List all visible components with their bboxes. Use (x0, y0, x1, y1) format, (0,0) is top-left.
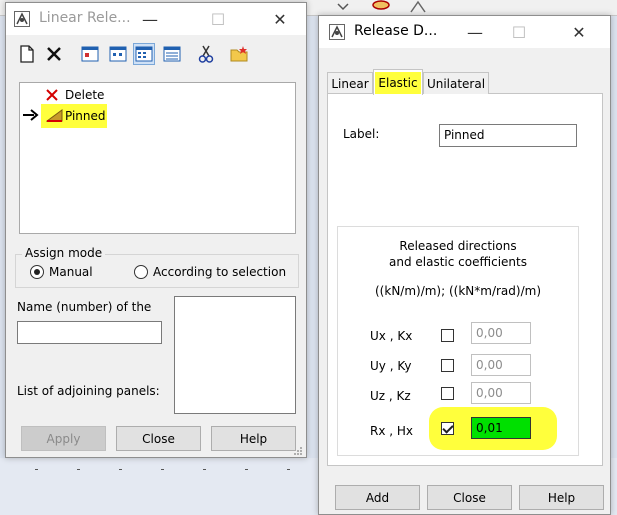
help-button[interactable]: Help (519, 485, 604, 510)
view-large-icons-icon[interactable] (79, 43, 101, 65)
current-item-arrow-icon (23, 109, 39, 124)
uy-ky-label: Uy , Ky (370, 359, 412, 373)
uz-kz-checkbox[interactable] (441, 387, 454, 400)
add-button[interactable]: Add (335, 485, 420, 510)
according-to-selection-label: According to selection (153, 265, 287, 279)
manual-radio[interactable] (30, 265, 44, 279)
rx-hx-coefficient-input[interactable]: 0,01 (471, 417, 531, 439)
background-tool-icon (408, 0, 426, 14)
maximize-button[interactable]: ☐ (196, 3, 240, 35)
adjoining-panels-list[interactable] (174, 296, 296, 414)
group-heading-line1: Released directions (399, 239, 517, 253)
group-heading-line2: and elastic coefficients (389, 255, 527, 269)
close-button[interactable]: Close (427, 485, 512, 510)
manual-label: Manual (49, 265, 93, 279)
window-title: Linear Rele... (39, 10, 131, 26)
left-titlebar: Linear Rele... — ☐ ✕ (6, 3, 306, 35)
resize-grip-icon[interactable] (293, 445, 303, 459)
uz-kz-coefficient-input[interactable]: 0,00 (471, 382, 531, 404)
release-tree[interactable]: Delete Pinned (19, 82, 296, 234)
app-icon (14, 11, 30, 27)
minimize-button[interactable]: — (453, 16, 497, 48)
tab-elastic-label: Elastic (375, 71, 421, 94)
rx-hx-label: Rx , Hx (370, 424, 414, 438)
view-list-icon[interactable] (133, 43, 155, 65)
label-input[interactable]: Pinned (439, 124, 577, 147)
close-button[interactable]: Close (116, 426, 201, 451)
minimize-button[interactable]: — (128, 3, 172, 35)
new-icon[interactable] (16, 43, 38, 65)
pinned-release-icon (45, 108, 64, 125)
right-titlebar: Release D... — ☐ ✕ (319, 16, 610, 48)
view-details-icon[interactable] (161, 43, 183, 65)
open-folder-icon[interactable] (229, 43, 251, 65)
assign-mode-title: Assign mode (22, 246, 106, 260)
tab-unilateral[interactable]: Unilateral (423, 72, 489, 94)
name-number-input[interactable] (17, 321, 162, 344)
view-small-icons-icon[interactable] (107, 43, 129, 65)
rx-hx-checkbox[interactable] (441, 422, 454, 435)
label-caption: Label: (343, 127, 380, 141)
tree-item-delete[interactable]: Delete (65, 88, 104, 102)
according-to-selection-radio[interactable] (134, 265, 148, 279)
background-release-icon (370, 0, 390, 14)
apply-button[interactable]: Apply (21, 426, 106, 451)
ux-kx-coefficient-input[interactable]: 0,00 (471, 322, 531, 344)
close-window-button[interactable]: ✕ (557, 16, 601, 48)
adjoining-panels-label: List of adjoining panels: (17, 384, 160, 398)
uz-kz-label: Uz , Kz (370, 389, 411, 403)
maximize-button[interactable]: ☐ (497, 16, 541, 48)
app-icon (329, 24, 345, 40)
tree-item-pinned[interactable]: Pinned (65, 109, 106, 123)
name-number-label: Name (number) of the (17, 300, 152, 314)
help-button[interactable]: Help (211, 426, 296, 451)
uy-ky-checkbox[interactable] (441, 359, 454, 372)
ux-kx-checkbox[interactable] (441, 329, 454, 342)
window-title: Release D... (354, 23, 438, 39)
delete-item-icon (45, 88, 59, 105)
linear-releases-window: Linear Rele... — ☐ ✕ Delete Pinned Assig… (5, 2, 307, 458)
ux-kx-label: Ux , Kx (370, 329, 413, 343)
tab-elastic[interactable]: Elastic (373, 69, 423, 95)
background-dropdown-arrow-icon (334, 0, 352, 14)
tab-linear[interactable]: Linear (327, 72, 373, 94)
release-definition-window: Release D... — ☐ ✕ Linear Elastic Unilat… (318, 15, 611, 515)
units-label: ((kN/m)/m); ((kN*m/rad)/m) (375, 284, 541, 298)
cut-icon[interactable] (195, 43, 217, 65)
close-window-button[interactable]: ✕ (258, 3, 302, 35)
delete-icon[interactable] (43, 43, 65, 65)
uy-ky-coefficient-input[interactable]: 0,00 (471, 354, 531, 376)
